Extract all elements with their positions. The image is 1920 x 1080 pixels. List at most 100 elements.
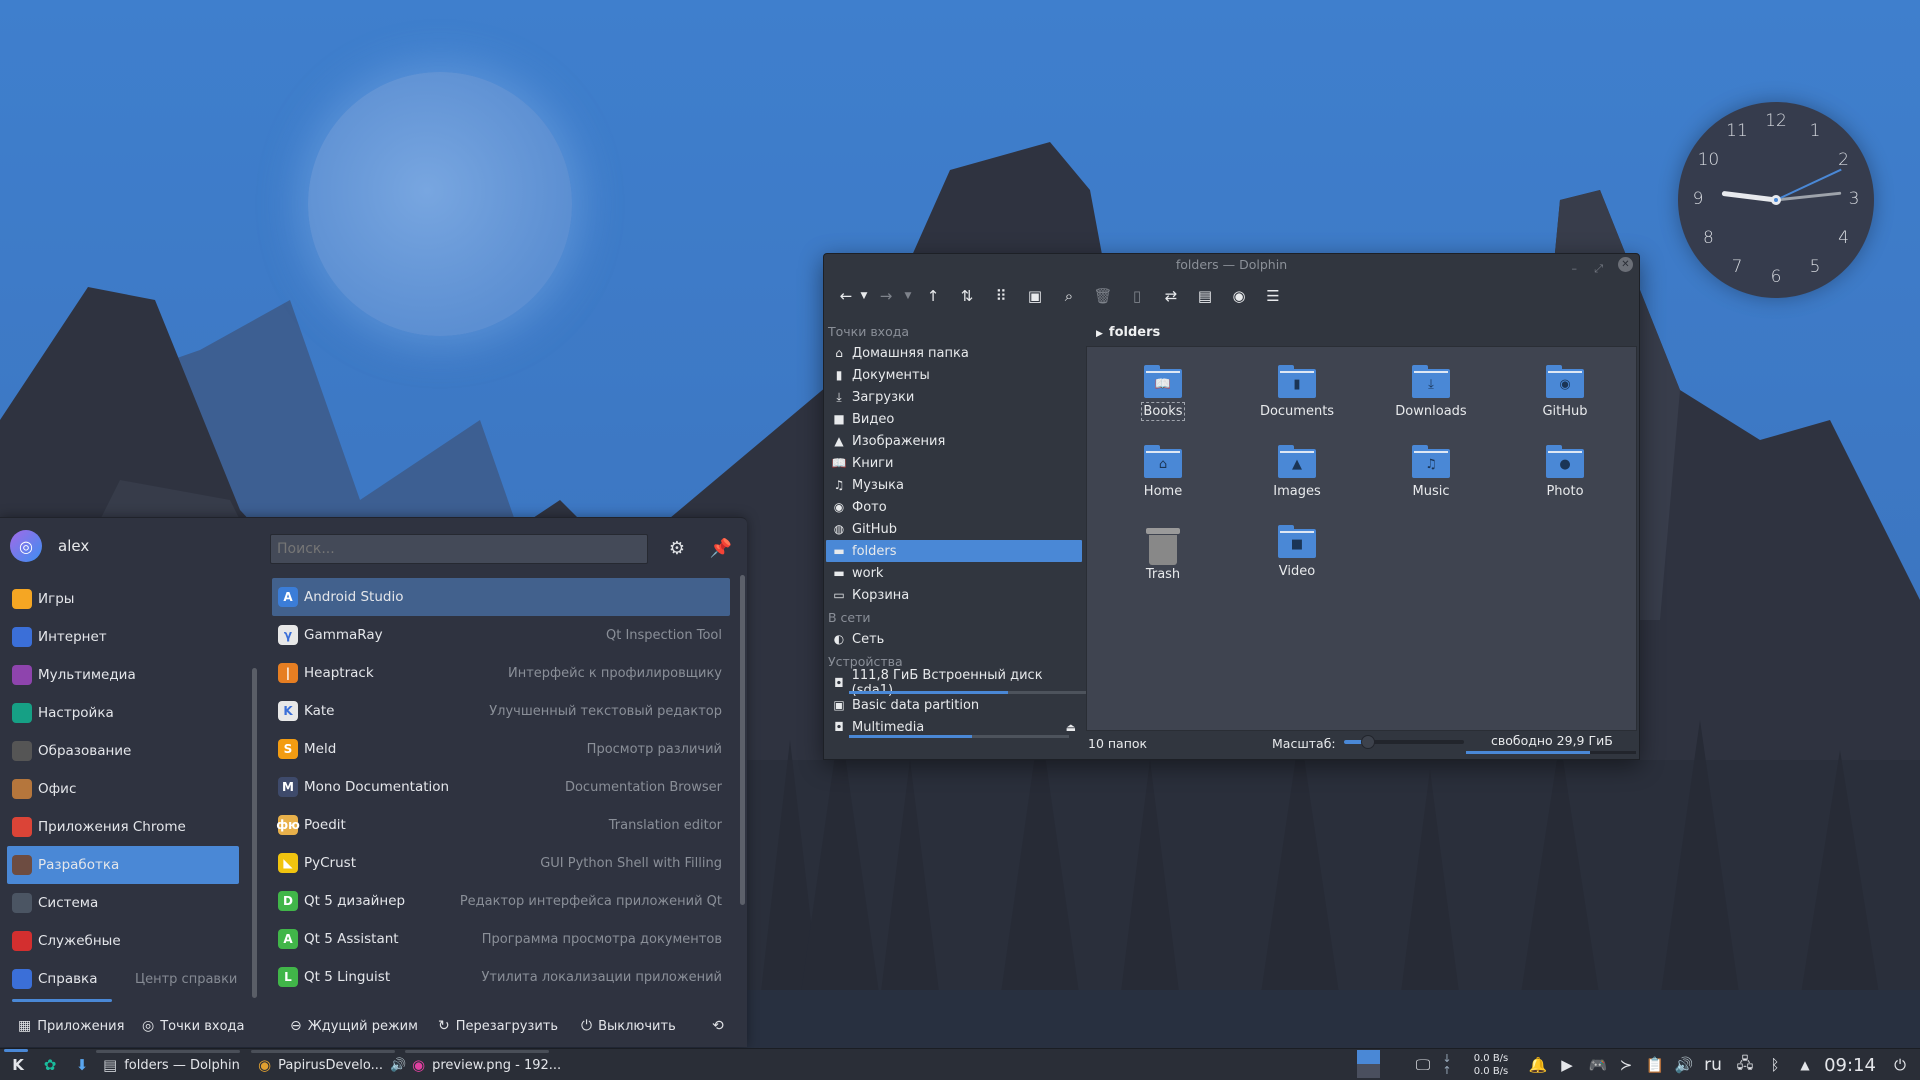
maximize-button[interactable]: ⤢ [1594, 258, 1603, 280]
up-button[interactable]: ↑ [916, 283, 950, 309]
back-button[interactable]: ← [836, 283, 856, 309]
category-item[interactable]: Интернет [7, 618, 239, 656]
task-button[interactable]: ◉ PapirusDevelo... 🔊 [258, 1049, 406, 1080]
tab-applications[interactable]: ▦ Приложения [18, 1018, 124, 1034]
app-item[interactable]: K Kate Улучшенный текстовый редактор [272, 692, 730, 730]
tab-places[interactable]: ◎ Точки входа [142, 1018, 245, 1034]
close-button[interactable]: ✕ [1618, 257, 1633, 272]
information-panel-icon[interactable]: ▤ [1188, 283, 1222, 309]
network-wired-icon[interactable]: 🖧 [1734, 1049, 1756, 1080]
sleep-button[interactable]: ⊖ Ждущий режим [290, 1018, 418, 1034]
terminal-icon[interactable]: ≻ [1615, 1049, 1637, 1080]
logout-button[interactable]: ⟲ [712, 1018, 724, 1034]
desktop-2[interactable] [1357, 1064, 1380, 1078]
category-item[interactable]: Система [7, 884, 239, 922]
display-icon[interactable]: 🖵 [1412, 1049, 1434, 1080]
preview-icon[interactable]: ▣ [1018, 283, 1052, 309]
volume-icon[interactable]: 🔊 [1673, 1049, 1695, 1080]
app-item[interactable]: S Meld Просмотр различий [272, 730, 730, 768]
file-item[interactable]: ▮ Documents [1243, 365, 1351, 419]
gear-icon[interactable]: ⚙ [664, 536, 690, 562]
breadcrumb[interactable]: ▶ folders [1086, 320, 1639, 344]
category-item[interactable]: Разработка [7, 846, 239, 884]
pin-icon[interactable]: 📌 [708, 536, 734, 562]
zoom-slider[interactable] [1344, 735, 1464, 749]
forward-history-dropdown[interactable]: ▼ [900, 283, 916, 309]
restart-button[interactable]: ↻ Перезагрузить [438, 1018, 558, 1034]
category-item[interactable]: Справка Центр справки [7, 960, 239, 998]
category-item[interactable]: Игры [7, 580, 239, 618]
file-item[interactable]: ⤓ Downloads [1377, 365, 1485, 419]
network-speed[interactable]: 0.0 B/s 0.0 B/s [1466, 1049, 1516, 1080]
places-item[interactable]: ◘ Multimedia ⏏ [826, 716, 1082, 738]
hamburger-menu-icon[interactable]: ☰ [1256, 283, 1290, 309]
file-item[interactable]: 📖 Books [1109, 365, 1217, 421]
icons-view-icon[interactable]: ⠿ [984, 283, 1018, 309]
delete-icon[interactable]: 🗑 [1086, 283, 1120, 309]
file-item[interactable]: ♫ Music [1377, 445, 1485, 499]
places-item[interactable]: ■ Видео [826, 408, 1082, 430]
file-item[interactable]: ▲ Images [1243, 445, 1351, 499]
zoom-slider-handle[interactable] [1361, 735, 1375, 749]
virtual-desktop-pager[interactable] [1357, 1050, 1380, 1078]
category-item[interactable]: Офис [7, 770, 239, 808]
places-item[interactable]: ▬ work [826, 562, 1082, 584]
places-item[interactable]: ⤓ Загрузки [826, 386, 1082, 408]
app-item[interactable]: M Mono Documentation Documentation Browser [272, 768, 730, 806]
search-icon[interactable]: ⌕ [1052, 283, 1086, 309]
app-item[interactable]: | Heaptrack Интерфейс к профилировщику [272, 654, 730, 692]
category-item[interactable]: Мультимедиа [7, 656, 239, 694]
app-item[interactable]: ◣ PyCrust GUI Python Shell with Filling [272, 844, 730, 882]
places-item[interactable]: ◉ Фото [826, 496, 1082, 518]
search-input[interactable] [270, 534, 648, 564]
places-item[interactable]: ◍ GitHub [826, 518, 1082, 540]
minimize-button[interactable]: – [1572, 258, 1578, 280]
kde-launcher-icon[interactable]: K [6, 1049, 30, 1080]
user-header[interactable]: ◎ alex [10, 530, 89, 562]
move-to-trash-icon[interactable]: ▯ [1120, 283, 1154, 309]
download-manager-icon[interactable]: ⬇ [70, 1049, 94, 1080]
keyboard-layout[interactable]: ru [1700, 1049, 1726, 1080]
forward-button[interactable]: → [872, 283, 900, 309]
file-item[interactable]: ● Photo [1511, 445, 1619, 499]
show-hidden-icon[interactable]: ◉ [1222, 283, 1256, 309]
task-button[interactable]: ◉ preview.png - 192... [412, 1049, 561, 1080]
media-player-icon[interactable]: ▶ [1556, 1049, 1578, 1080]
places-item[interactable]: ⌂ Домашняя папка [826, 342, 1082, 364]
places-item[interactable]: ◘111,8 ГиБ Встроенный диск (sda1) [826, 668, 1094, 698]
category-scrollbar[interactable] [252, 668, 257, 998]
app-list-scrollbar[interactable] [740, 575, 745, 905]
places-item[interactable]: ◐ Сеть [826, 628, 1082, 650]
app-item[interactable]: фю Poedit Translation editor [272, 806, 730, 844]
sort-icon[interactable]: ⇅ [950, 283, 984, 309]
category-item[interactable]: Настройка [7, 694, 239, 732]
gamepad-icon[interactable]: 🎮 [1585, 1049, 1611, 1080]
task-button[interactable]: ▤ folders — Dolphin [103, 1049, 240, 1080]
audio-playing-icon[interactable]: 🔊 [390, 1058, 406, 1073]
places-item[interactable]: 📖 Книги [826, 452, 1082, 474]
places-item[interactable]: ♫ Музыка [826, 474, 1082, 496]
breadcrumb-folders[interactable]: folders [1109, 325, 1160, 340]
split-view-icon[interactable]: ⇄ [1154, 283, 1188, 309]
places-item[interactable]: ▲ Изображения [826, 430, 1082, 452]
category-item[interactable]: Образование [7, 732, 239, 770]
eject-icon[interactable]: ⏏ [1066, 721, 1076, 734]
file-view[interactable]: 📖 Books ▮ Documents ⤓ Downloads ◉ GitHub ⌂ Home ▲ I… [1086, 346, 1637, 731]
file-item[interactable]: ◉ GitHub [1511, 365, 1619, 419]
notifications-icon[interactable]: 🔔 [1527, 1049, 1549, 1080]
power-icon[interactable]: ⏻ [1888, 1049, 1912, 1080]
back-history-dropdown[interactable]: ▼ [856, 283, 872, 309]
app-item[interactable]: A Qt 5 Assistant Программа просмотра докум… [272, 920, 730, 958]
clipboard-icon[interactable]: 📋 [1644, 1049, 1666, 1080]
places-item[interactable]: ▭ Корзина [826, 584, 1082, 606]
places-item[interactable]: ▣ Basic data partition [826, 694, 1082, 716]
system-settings-icon[interactable]: ✿ [38, 1049, 62, 1080]
digital-clock[interactable]: 09:14 [1822, 1049, 1878, 1080]
tray-expand-icon[interactable]: ▲ [1794, 1049, 1816, 1080]
file-item[interactable]: ⌂ Home [1109, 445, 1217, 499]
app-item[interactable]: A Android Studio [272, 578, 730, 616]
places-item[interactable]: ▬ folders [826, 540, 1082, 562]
app-item[interactable]: L Qt 5 Linguist Утилита локализации прилож… [272, 958, 730, 996]
category-item[interactable]: Приложения Chrome [7, 808, 239, 846]
desktop-1[interactable] [1357, 1050, 1380, 1064]
